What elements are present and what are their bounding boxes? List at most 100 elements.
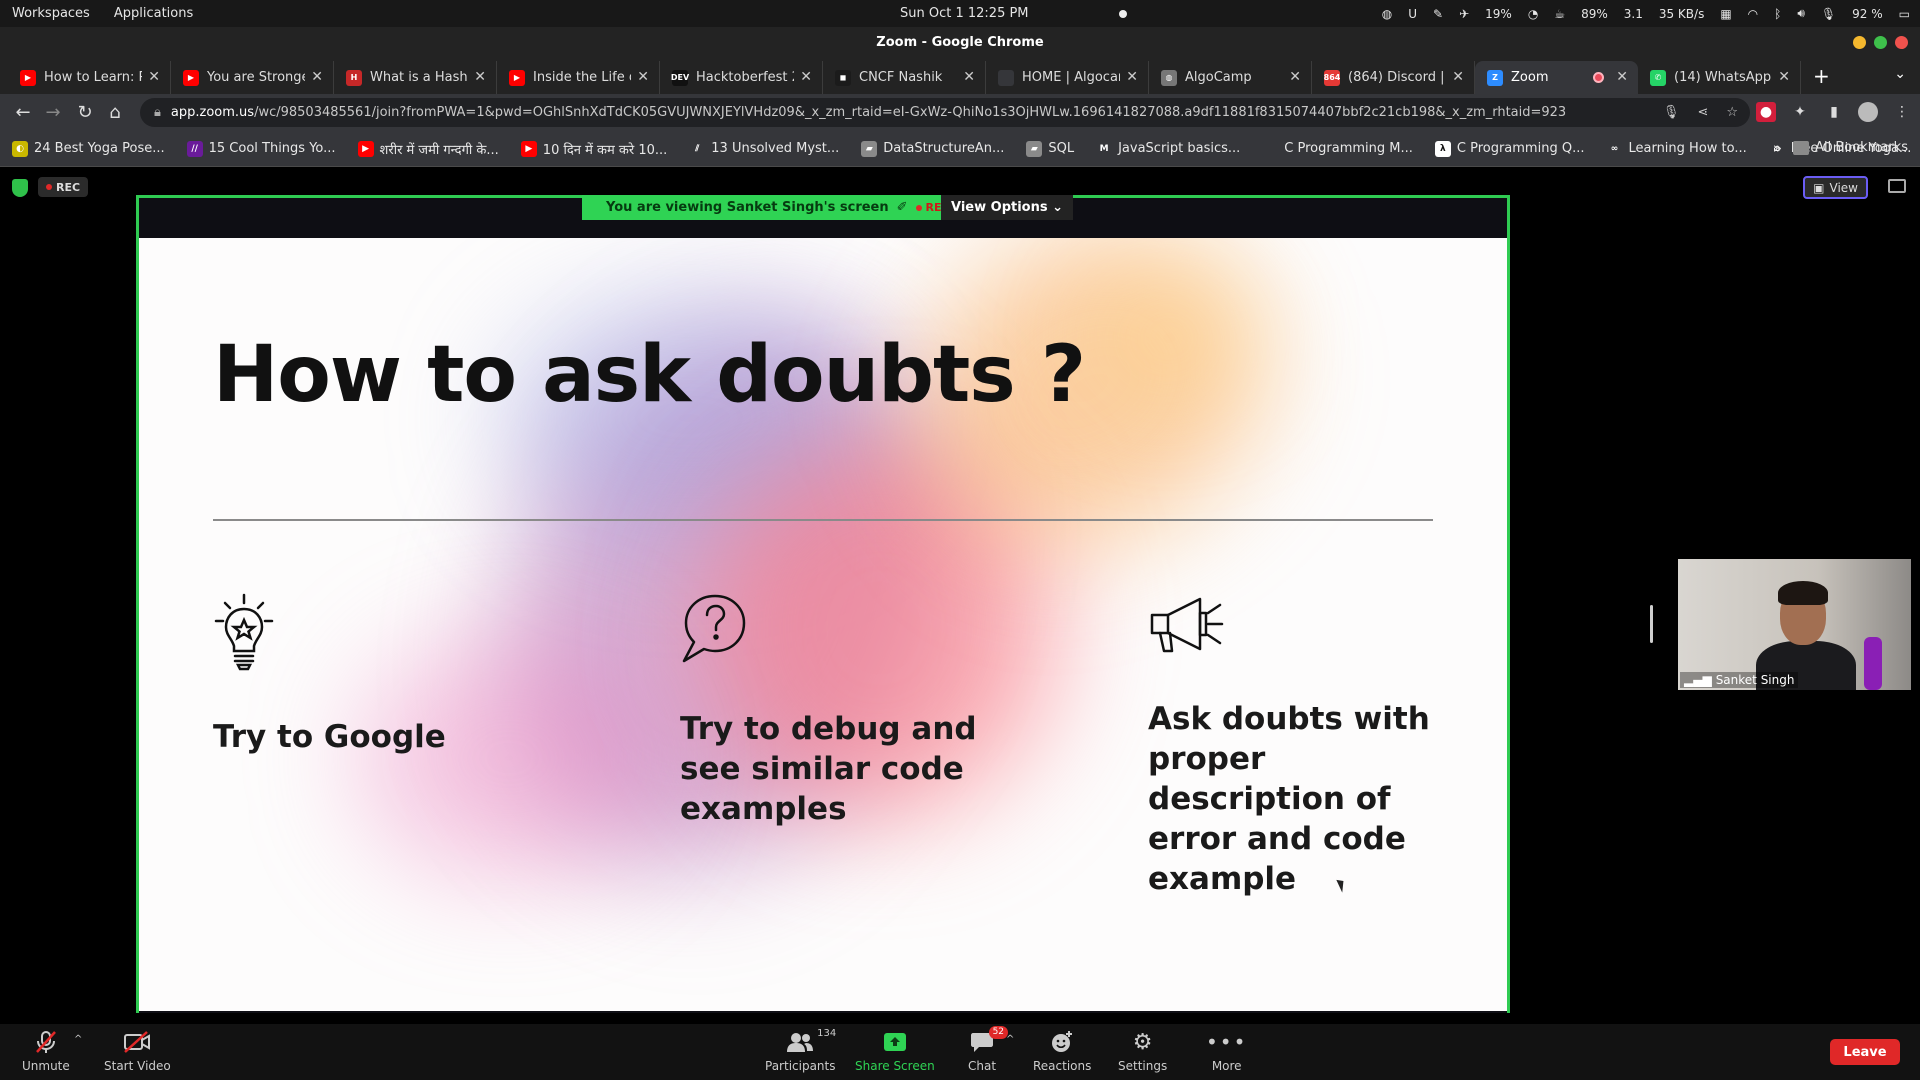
tab-close-icon[interactable]: ✕ xyxy=(1452,69,1464,85)
bookmark-item[interactable]: λ C Programming Q... xyxy=(1434,140,1584,157)
workspaces-menu[interactable]: Workspaces xyxy=(12,6,90,21)
bookmark-item[interactable]: ▶ 10 दिन में कम करे 10... xyxy=(520,140,667,158)
chat-button[interactable]: 52 Chat xyxy=(968,1026,1009,1073)
bookmark-item[interactable]: ▶ शरीर में जमी गन्दगी के... xyxy=(357,140,499,158)
view-options-button[interactable]: View Options ⌄ xyxy=(941,195,1074,220)
tab-close-icon[interactable]: ✕ xyxy=(311,69,323,85)
window-title: Zoom - Google Chrome xyxy=(876,34,1044,50)
home-icon[interactable]: ⌂ xyxy=(100,102,130,123)
minimize-button[interactable] xyxy=(1853,36,1866,49)
bookmark-item[interactable]: ⫽ 13 Unsolved Myst... xyxy=(689,140,839,157)
bookmark-item[interactable]: C Programming M... xyxy=(1262,140,1413,157)
browser-tab[interactable]: ◼ CNCF Nashik ✕ xyxy=(823,61,986,94)
forward-icon[interactable]: → xyxy=(38,102,68,123)
bookmark-item[interactable]: M JavaScript basics... xyxy=(1096,140,1240,157)
magnet-icon[interactable]: U xyxy=(1408,7,1417,21)
site-info-icon[interactable]: 🔒︎ xyxy=(154,105,161,120)
extensions-puzzle-icon[interactable]: ✦ xyxy=(1790,102,1810,122)
bookmarks-bar: ◐ 24 Best Yoga Pose... ∕∕ 15 Cool Things Yo… xyxy=(0,131,1920,167)
bookmark-item[interactable]: ▰ DataStructureAn... xyxy=(861,140,1004,157)
browser-tab[interactable]: ✆ (14) WhatsApp ✕ xyxy=(1638,61,1801,94)
bookmark-label: C Programming M... xyxy=(1284,141,1413,156)
tab-close-icon[interactable]: ✕ xyxy=(637,69,649,85)
share-screen-button[interactable]: Share Screen xyxy=(855,1030,935,1073)
side-panel-icon[interactable]: ▮ xyxy=(1824,102,1844,122)
tab-favicon-icon: Z xyxy=(1487,69,1503,86)
bookmark-star-icon[interactable]: ☆ xyxy=(1726,105,1738,120)
tab-close-icon[interactable]: ✕ xyxy=(1289,69,1301,85)
tab-close-icon[interactable]: ✕ xyxy=(1126,69,1138,85)
video-bottle xyxy=(1864,637,1882,690)
encryption-shield-icon[interactable] xyxy=(12,179,28,197)
participant-video[interactable]: ▂▄▆ Sanket Singh xyxy=(1678,559,1911,690)
reload-icon[interactable]: ↻ xyxy=(70,102,100,123)
vpn-icon[interactable]: ◍ xyxy=(1382,7,1392,21)
layout-icon[interactable]: ▦ xyxy=(1720,7,1731,21)
bookmark-item[interactable]: ▰ SQL xyxy=(1026,140,1074,157)
back-icon[interactable]: ← xyxy=(8,102,38,123)
bookmark-favicon-icon: ▶ xyxy=(520,140,537,157)
wifi-icon[interactable]: ◠ xyxy=(1748,7,1758,21)
chrome-menu-icon[interactable]: ⋮ xyxy=(1892,102,1912,122)
browser-tab[interactable]: 864 (864) Discord | # ✕ xyxy=(1312,61,1475,94)
new-tab-button[interactable]: + xyxy=(1801,64,1842,94)
browser-tab[interactable]: H What is a HashM ✕ xyxy=(334,61,497,94)
microphone-icon[interactable]: 🎙︎ xyxy=(1821,7,1836,21)
fullscreen-icon[interactable] xyxy=(1888,179,1906,193)
browser-tab[interactable]: HOME | Algocam ✕ xyxy=(986,61,1149,94)
leave-button[interactable]: Leave xyxy=(1830,1039,1900,1065)
settings-button[interactable]: ⚙ Settings xyxy=(1118,1030,1167,1074)
bookmark-favicon-icon: ▰ xyxy=(1026,140,1043,157)
browser-tab[interactable]: ▶ How to Learn: Pr ✕ xyxy=(8,61,171,94)
chat-options-chevron-icon[interactable]: ^ xyxy=(1006,1034,1014,1045)
browser-tab[interactable]: ▶ You are Stronge ✕ xyxy=(171,61,334,94)
share-icon[interactable]: ⋖ xyxy=(1697,105,1708,120)
unmute-button[interactable]: Unmute xyxy=(22,1030,70,1073)
gallery-collapse-handle[interactable] xyxy=(1650,605,1653,643)
applications-menu[interactable]: Applications xyxy=(114,6,193,21)
reactions-button[interactable]: Reactions xyxy=(1033,1030,1091,1073)
bookmark-item[interactable]: ∕∕ 15 Cool Things Yo... xyxy=(186,140,336,157)
bookmarks-overflow-icon[interactable]: » xyxy=(1773,139,1782,157)
start-video-button[interactable]: Start Video xyxy=(104,1030,171,1073)
tab-close-icon[interactable]: ✕ xyxy=(474,69,486,85)
recording-indicator[interactable]: REC xyxy=(38,177,89,197)
bird-icon[interactable]: ✈ xyxy=(1459,7,1469,21)
notification-dot xyxy=(1118,9,1127,18)
tab-close-icon[interactable]: ✕ xyxy=(1778,69,1790,85)
bookmark-label: Learning How to... xyxy=(1628,141,1747,156)
browser-tab[interactable]: ◍ AlgoCamp ✕ xyxy=(1149,61,1312,94)
dashboard-icon[interactable]: ◔ xyxy=(1528,7,1538,21)
pen-icon[interactable]: ✎ xyxy=(1433,7,1443,21)
profile-avatar[interactable] xyxy=(1858,102,1878,122)
browser-tab[interactable]: Z Zoom ✕ xyxy=(1475,61,1638,94)
bookmark-item[interactable]: ∞ Learning How to... xyxy=(1606,140,1747,157)
more-button[interactable]: ••• More xyxy=(1206,1030,1247,1073)
annotate-icon[interactable]: ✐ xyxy=(897,200,908,215)
extension-icon[interactable]: ● xyxy=(1756,102,1776,122)
all-bookmarks-button[interactable]: All Bookmarks xyxy=(1793,140,1908,155)
audio-options-chevron-icon[interactable]: ^ xyxy=(74,1034,82,1045)
tab-close-icon[interactable]: ✕ xyxy=(800,69,812,85)
address-bar[interactable]: 🔒︎ app.zoom.us/wc/98503485561/join?fromP… xyxy=(140,98,1750,127)
clock[interactable]: Sun Oct 1 12:25 PM xyxy=(900,6,1029,21)
view-button[interactable]: ▣ View xyxy=(1803,176,1868,199)
bookmark-item[interactable]: ◐ 24 Best Yoga Pose... xyxy=(12,140,165,157)
close-button[interactable] xyxy=(1895,36,1908,49)
tab-close-icon[interactable]: ✕ xyxy=(148,69,160,85)
volume-icon[interactable]: 🔊︎ xyxy=(1797,6,1805,21)
display-icon[interactable]: ▭ xyxy=(1899,7,1910,21)
mic-icon[interactable]: 🎙︎ xyxy=(1663,105,1680,120)
browser-tab[interactable]: DEV Hacktoberfest 2 ✕ xyxy=(660,61,823,94)
tab-close-icon[interactable]: ✕ xyxy=(1616,69,1628,85)
share-banner: You are viewing Sanket Singh's screen ✐ … xyxy=(582,195,974,220)
participants-button[interactable]: 134 Participants xyxy=(765,1028,836,1073)
browser-tab[interactable]: ▶ Inside the Life o ✕ xyxy=(497,61,660,94)
coffee-icon[interactable]: ☕ xyxy=(1554,7,1565,21)
bluetooth-icon[interactable]: ᛒ xyxy=(1774,7,1781,21)
tab-close-icon[interactable]: ✕ xyxy=(963,69,975,85)
share-screen-icon xyxy=(883,1030,907,1054)
maximize-button[interactable] xyxy=(1874,36,1887,49)
folder-icon xyxy=(1793,140,1810,155)
tab-search-icon[interactable]: ⌄ xyxy=(1894,66,1906,82)
